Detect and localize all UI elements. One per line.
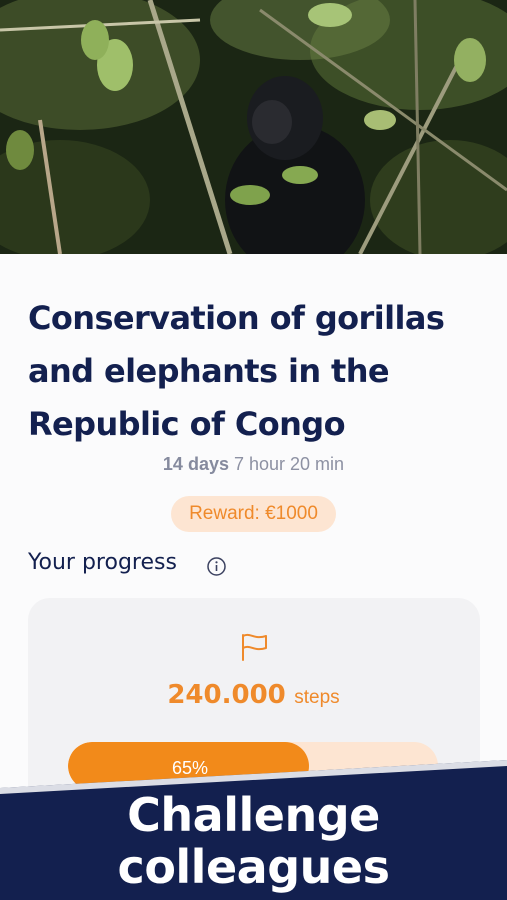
- info-icon[interactable]: [206, 556, 227, 577]
- reward-badge: Reward: €1000: [171, 496, 336, 532]
- banner-headline-line1: Challenge: [127, 788, 380, 842]
- banner-headline-line2: colleagues: [117, 840, 390, 894]
- challenge-duration: 14 days 7 hour 20 min: [0, 454, 507, 475]
- duration-rest: 7 hour 20 min: [234, 454, 345, 474]
- hero-image: [0, 0, 507, 254]
- flag-icon: [242, 633, 267, 661]
- progress-heading: Your progress: [28, 550, 177, 575]
- duration-days: 14 days: [162, 454, 229, 474]
- steps-unit: steps: [294, 687, 340, 708]
- steps-value: 240.000: [167, 680, 286, 710]
- challenge-title: Conservation of gorillas and elephants i…: [28, 299, 445, 443]
- steps-count: 240.000 steps: [0, 680, 507, 710]
- progress-percent: 65%: [171, 758, 209, 778]
